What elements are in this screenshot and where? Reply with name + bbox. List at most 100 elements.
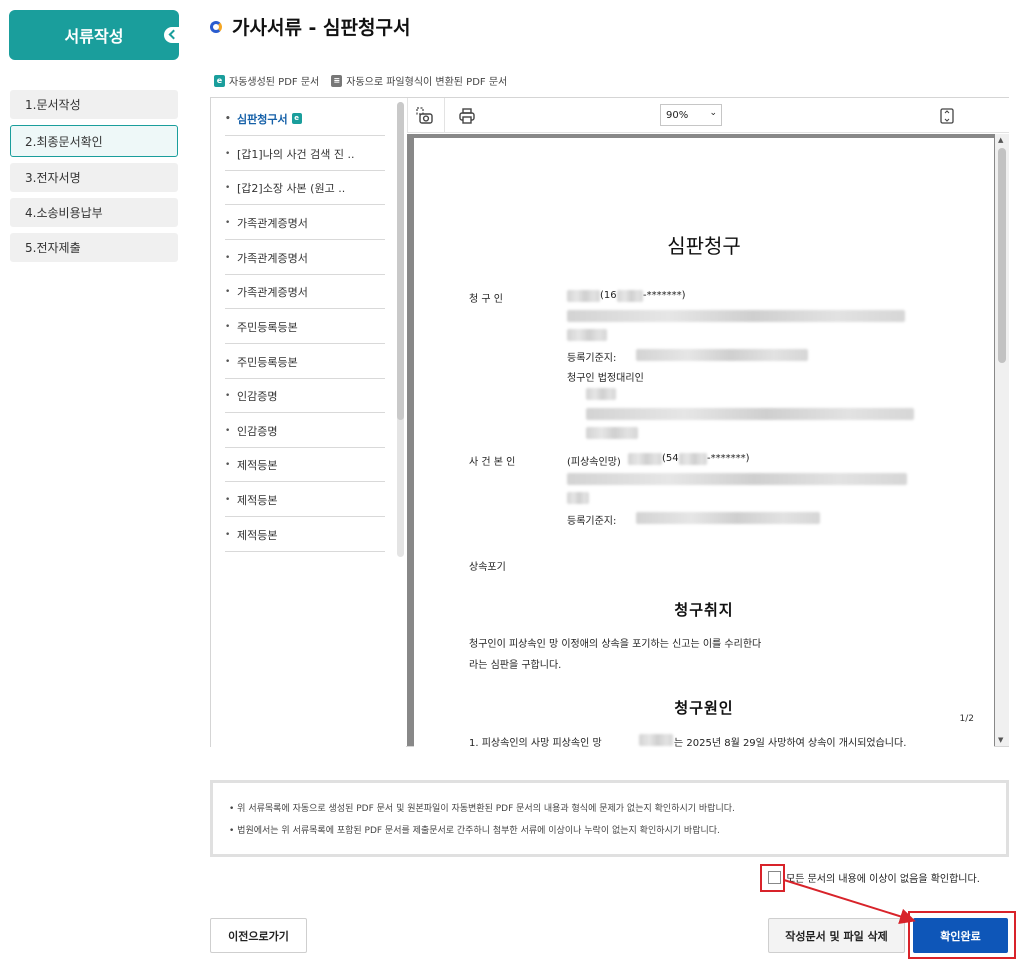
pdf-page: 심판청구 청 구 인 (16 -*******) 등록기준지: 청구인 법정대리… — [414, 138, 994, 748]
doc-item-label: [갑1]나의 사건 검색 진 .. — [237, 147, 355, 161]
list-item[interactable]: [갑2]소장 사본 (원고 .. — [225, 171, 385, 205]
notice-line: • 위 서류목록에 자동으로 생성된 PDF 문서 및 원본파일이 자동변환된 … — [229, 804, 735, 814]
doc-item-label: [갑2]소장 사본 (원고 .. — [237, 181, 346, 195]
confirm-row: 모든 문서의 내용에 이상이 없음을 확인합니다. — [768, 870, 980, 885]
claimant-representative: 청구인 법정대리인 — [567, 373, 644, 384]
list-item[interactable]: 가족관계증명서 — [225, 206, 385, 240]
page-indicator: 1/2 — [959, 714, 974, 724]
sidebar-item-label: 4.소송비용납부 — [25, 206, 103, 220]
doc-item-label: 인감증명 — [237, 424, 278, 438]
sidebar-item-submit[interactable]: 5.전자제출 — [10, 233, 178, 262]
doc-item-label: 가족관계증명서 — [237, 285, 308, 299]
title-bullet-icon — [210, 20, 222, 33]
document-legend: e 자동생성된 PDF 문서 ≡ 자동으로 파일형식이 변환된 PDF 문서 — [214, 73, 519, 88]
doc-item-label: 제적등본 — [237, 458, 278, 472]
principal-deceased: (피상속인망) — [567, 457, 621, 468]
doc-item-label: 제적등본 — [237, 493, 278, 507]
sidebar-item-label: 2.최종문서확인 — [25, 134, 103, 149]
sidebar-item-e-sign[interactable]: 3.전자서명 — [10, 163, 178, 192]
principal-id-mask: -*******) — [707, 453, 750, 464]
cause-line-b: 는 2025년 8월 29일 사망하여 상속이 개시되었습니다. — [674, 738, 907, 748]
claimant-id-mask: -*******) — [643, 290, 686, 301]
legend-converted-pdf: ≡ 자동으로 파일형식이 변환된 PDF 문서 — [331, 73, 507, 88]
notice-text: 법원에서는 위 서류목록에 포함된 PDF 문서를 제출문서로 간주하니 첨부한… — [237, 826, 720, 836]
list-item[interactable]: 가족관계증명서 — [225, 241, 385, 275]
scroll-down-icon[interactable]: ▼ — [998, 736, 1003, 744]
document-list: 심판청구서 e [갑1]나의 사건 검색 진 .. [갑2]소장 사본 (원고 … — [211, 98, 406, 748]
sidebar-header-label: 서류작성 — [64, 27, 124, 46]
list-item[interactable]: 제적등본 — [225, 518, 385, 552]
list-item[interactable]: 인감증명 — [225, 379, 385, 413]
sidebar-item-payment[interactable]: 4.소송비용납부 — [10, 198, 178, 227]
toolbar-divider — [444, 98, 445, 133]
claimant-id: (16 — [600, 290, 617, 301]
principal-base-address: 등록기준지: — [567, 516, 617, 527]
sidebar-header: 서류작성 — [9, 10, 180, 60]
list-item[interactable]: 주민등록등본 — [225, 345, 385, 379]
redacted-text — [617, 290, 643, 302]
scroll-up-icon[interactable]: ▲ — [998, 136, 1003, 144]
viewer-toolbar: 90% ⌄ — [407, 98, 1009, 133]
legend-converted-pdf-label: 자동으로 파일형식이 변환된 PDF 문서 — [346, 77, 508, 88]
pdf-page-area[interactable]: 심판청구 청 구 인 (16 -*******) 등록기준지: 청구인 법정대리… — [407, 134, 1009, 748]
previous-button[interactable]: 이전으로가기 — [210, 918, 307, 953]
list-item[interactable]: 심판청구서 e — [225, 102, 385, 136]
sidebar-item-final-check[interactable]: 2.최종문서확인 — [10, 125, 178, 157]
list-item[interactable]: 가족관계증명서 — [225, 275, 385, 309]
purpose-line: 청구인이 피상속인 망 이정애의 상속을 포기하는 신고는 이를 수리한다 — [469, 639, 762, 650]
printer-icon[interactable] — [456, 105, 478, 127]
auto-pdf-icon: e — [291, 113, 302, 124]
claimant-label: 청 구 인 — [469, 294, 503, 305]
chevron-down-icon: ⌄ — [709, 108, 717, 118]
list-item[interactable]: 주민등록등본 — [225, 310, 385, 344]
redacted-text — [639, 734, 673, 746]
scrollbar-thumb[interactable] — [397, 102, 404, 420]
sidebar-item-label: 1.문서작성 — [25, 98, 81, 112]
document-title: 심판청구 — [667, 234, 741, 258]
purpose-heading: 청구취지 — [674, 601, 734, 619]
sidebar-item-label: 5.전자제출 — [25, 241, 81, 255]
doc-item-label: 가족관계증명서 — [237, 251, 308, 265]
auto-pdf-icon: e — [214, 74, 225, 87]
notice-text: 위 서류목록에 자동으로 생성된 PDF 문서 및 원본파일이 자동변환된 PD… — [237, 804, 735, 814]
list-item[interactable]: 제적등본 — [225, 448, 385, 482]
sidebar-item-label: 3.전자서명 — [25, 171, 81, 185]
legend-auto-pdf-label: 자동생성된 PDF 문서 — [229, 77, 320, 88]
case-name: 상속포기 — [469, 562, 506, 573]
principal-id: (54 — [662, 453, 679, 464]
redacted-text — [628, 453, 662, 465]
confirm-label[interactable]: 모든 문서의 내용에 이상이 없음을 확인합니다. — [786, 870, 980, 885]
sidebar-item-write[interactable]: 1.문서작성 — [10, 90, 178, 119]
doc-item-label: 인감증명 — [237, 389, 278, 403]
redacted-text — [567, 473, 907, 485]
page-header: 가사서류 - 심판청구서 — [210, 13, 410, 40]
redacted-text — [567, 492, 589, 504]
notice-line: • 법원에서는 위 서류목록에 포함된 PDF 문서를 제출문서로 간주하니 첨… — [229, 826, 720, 836]
delete-documents-button[interactable]: 작성문서 및 파일 삭제 — [768, 918, 905, 953]
redacted-text — [586, 388, 616, 400]
chevron-left-icon[interactable] — [164, 27, 180, 43]
cause-heading: 청구원인 — [674, 699, 734, 717]
redacted-text — [567, 310, 905, 322]
redacted-text — [567, 290, 600, 302]
legend-auto-pdf: e 자동생성된 PDF 문서 — [214, 73, 319, 88]
notice-box: • 위 서류목록에 자동으로 생성된 PDF 문서 및 원본파일이 자동변환된 … — [210, 780, 1009, 857]
document-list-scrollbar[interactable] — [397, 102, 404, 557]
converted-pdf-icon: ≡ — [331, 74, 343, 87]
zoom-select[interactable]: 90% ⌄ — [660, 104, 722, 126]
doc-item-label: 심판청구서 — [237, 112, 288, 126]
list-item[interactable]: [갑1]나의 사건 검색 진 .. — [225, 137, 385, 171]
camera-snapshot-icon[interactable] — [414, 105, 436, 127]
scrollbar-thumb[interactable] — [998, 148, 1006, 363]
viewer-scrollbar[interactable]: ▲ ▼ — [995, 134, 1009, 746]
list-item[interactable]: 인감증명 — [225, 414, 385, 448]
fit-page-icon[interactable] — [936, 105, 958, 127]
cause-line-a: 1. 피상속인의 사망 피상속인 망 — [469, 738, 602, 748]
redacted-text — [636, 512, 820, 524]
redacted-text — [636, 349, 808, 361]
redacted-text — [567, 329, 607, 341]
redacted-text — [679, 453, 707, 465]
principal-label: 사 건 본 인 — [469, 457, 516, 468]
list-item[interactable]: 제적등본 — [225, 483, 385, 517]
doc-item-label: 주민등록등본 — [237, 355, 298, 369]
